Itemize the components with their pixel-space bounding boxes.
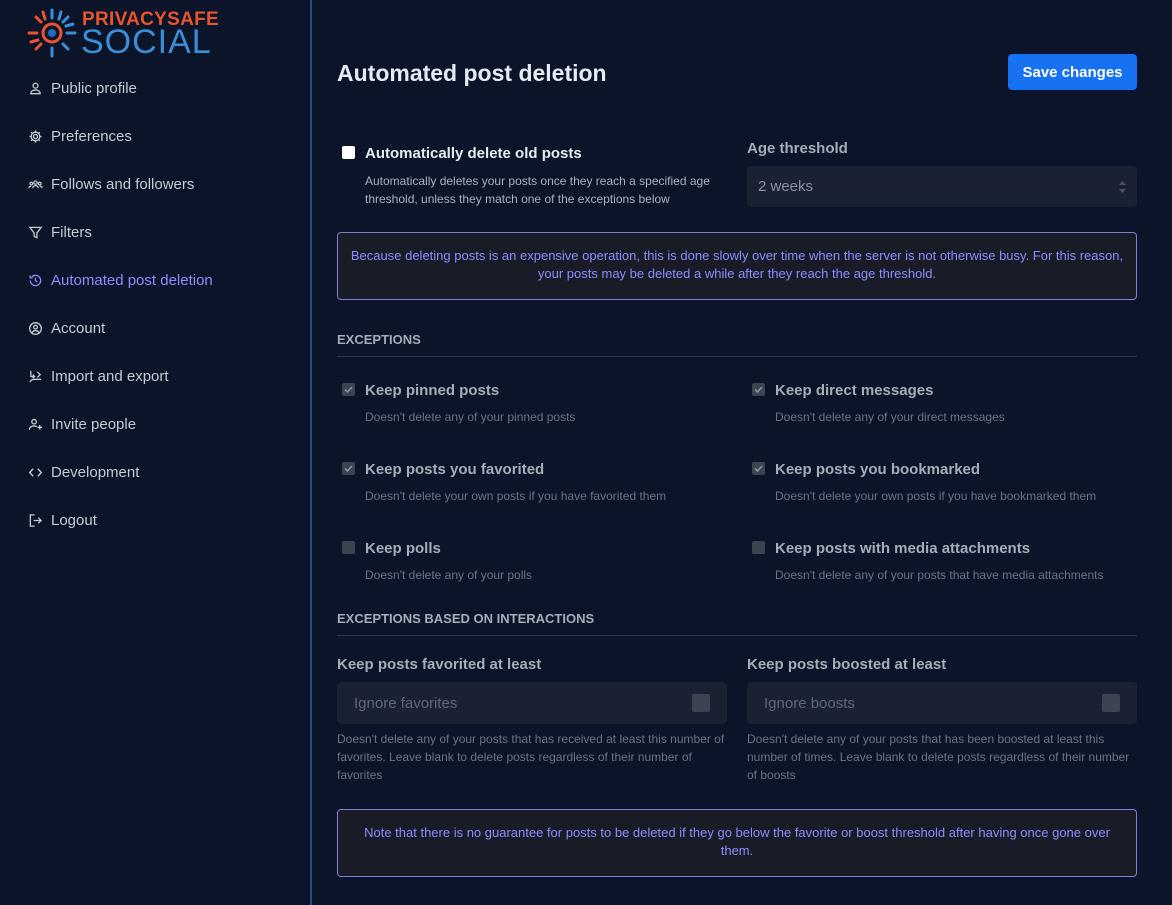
keep-polls-hint: Doesn't delete any of your polls [365, 568, 533, 582]
keep-bookmarked-checkbox[interactable] [752, 462, 765, 475]
keep-polls-checkbox[interactable] [342, 541, 355, 554]
page-title: Automated post deletion [337, 60, 607, 86]
sidebar-item-label: Preferences [51, 127, 132, 145]
sidebar: PRIVACYSAFE SOCIAL Public profile Prefer… [0, 0, 310, 905]
info-notice-bottom: Note that there is no guarantee for post… [337, 809, 1137, 877]
sidebar-item-label: Public profile [51, 79, 137, 97]
favorites-threshold-label: Keep posts favorited at least [337, 656, 542, 673]
keep-favorited-checkbox[interactable] [342, 462, 355, 475]
sidebar-item-label: Filters [51, 223, 92, 241]
keep-media-hint: Doesn't delete any of your posts that ha… [775, 568, 1104, 582]
sidebar-item-development[interactable]: Development [0, 448, 310, 496]
boosts-threshold-placeholder: Ignore boosts [764, 695, 855, 712]
sidebar-item-follows[interactable]: Follows and followers [0, 160, 310, 208]
auto-delete-label[interactable]: Automatically delete old posts [365, 145, 582, 162]
age-threshold-select[interactable]: 2 weeks [747, 166, 1137, 207]
keep-bookmarked-label[interactable]: Keep posts you bookmarked [775, 461, 980, 478]
sidebar-item-import-export[interactable]: Import and export [0, 352, 310, 400]
keep-media-checkbox[interactable] [752, 541, 765, 554]
sidebar-nav: Public profile Preferences Follows and f… [0, 64, 310, 544]
auto-delete-checkbox[interactable] [342, 146, 355, 159]
keep-favorited-hint: Doesn't delete your own posts if you hav… [365, 489, 667, 503]
keep-bookmarked-hint: Doesn't delete your own posts if you hav… [775, 489, 1097, 503]
keep-favorited-label[interactable]: Keep posts you favorited [365, 461, 544, 478]
boosts-threshold-input[interactable]: Ignore boosts [747, 682, 1137, 724]
sidebar-item-label: Import and export [51, 367, 169, 385]
filter-icon [27, 224, 43, 240]
sidebar-item-label: Automated post deletion [51, 271, 213, 289]
select-arrows-icon [1119, 181, 1126, 193]
favorites-threshold-placeholder: Ignore favorites [354, 695, 458, 712]
history-icon [27, 272, 43, 288]
logout-icon [27, 512, 43, 528]
auto-delete-hint: Automatically deletes your posts once th… [365, 174, 710, 206]
age-threshold-value: 2 weeks [758, 178, 814, 195]
sidebar-item-filters[interactable]: Filters [0, 208, 310, 256]
favorites-spinner[interactable] [692, 694, 710, 712]
sidebar-item-label: Invite people [51, 415, 137, 433]
gear-icon [27, 128, 43, 144]
sidebar-divider [310, 0, 312, 905]
favorites-threshold-hint: Doesn't delete any of your posts that ha… [337, 732, 725, 782]
account-circle-icon [27, 320, 43, 336]
keep-direct-label[interactable]: Keep direct messages [775, 382, 933, 399]
users-icon [27, 176, 43, 192]
exceptions-heading: EXCEPTIONS [337, 332, 1137, 357]
sidebar-item-invite-people[interactable]: Invite people [0, 400, 310, 448]
user-plus-icon [27, 416, 43, 432]
sidebar-item-label: Development [51, 463, 140, 481]
brand-bottom-text: SOCIAL [81, 23, 212, 61]
info-notice-top: Because deleting posts is an expensive o… [337, 232, 1137, 300]
code-icon [27, 464, 43, 480]
keep-media-label[interactable]: Keep posts with media attachments [775, 540, 1030, 557]
boosts-spinner[interactable] [1102, 694, 1120, 712]
sidebar-item-logout[interactable]: Logout [0, 496, 310, 544]
sidebar-item-label: Account [51, 319, 106, 337]
boosts-threshold-hint: Doesn't delete any of your posts that ha… [747, 732, 1130, 782]
user-icon [27, 80, 43, 96]
sidebar-item-label: Follows and followers [51, 175, 195, 193]
sidebar-item-automated-post-deletion[interactable]: Automated post deletion [0, 256, 310, 304]
interactions-heading: EXCEPTIONS BASED ON INTERACTIONS [337, 611, 1137, 636]
keep-polls-label[interactable]: Keep polls [365, 540, 441, 557]
main-content: Automated post deletion Save changes Aut… [337, 0, 1137, 905]
sidebar-item-preferences[interactable]: Preferences [0, 112, 310, 160]
info-notice-top-text: Because deleting posts is an expensive o… [350, 248, 1124, 281]
info-notice-bottom-text: Note that there is no guarantee for post… [364, 825, 1110, 858]
keep-direct-hint: Doesn't delete any of your direct messag… [775, 410, 1005, 424]
boosts-threshold-label: Keep posts boosted at least [747, 656, 947, 673]
keep-pinned-label[interactable]: Keep pinned posts [365, 382, 499, 399]
sun-logo-icon [27, 8, 77, 58]
save-button[interactable]: Save changes [1008, 54, 1137, 90]
keep-direct-checkbox[interactable] [752, 383, 765, 396]
sidebar-item-account[interactable]: Account [0, 304, 310, 352]
favorites-threshold-input[interactable]: Ignore favorites [337, 682, 727, 724]
sidebar-item-public-profile[interactable]: Public profile [0, 64, 310, 112]
brand-logo[interactable]: PRIVACYSAFE SOCIAL [26, 7, 219, 61]
import-export-icon [27, 368, 43, 384]
keep-pinned-checkbox[interactable] [342, 383, 355, 396]
sidebar-item-label: Logout [51, 511, 97, 529]
age-threshold-label: Age threshold [747, 140, 848, 157]
keep-pinned-hint: Doesn't delete any of your pinned posts [365, 410, 576, 424]
